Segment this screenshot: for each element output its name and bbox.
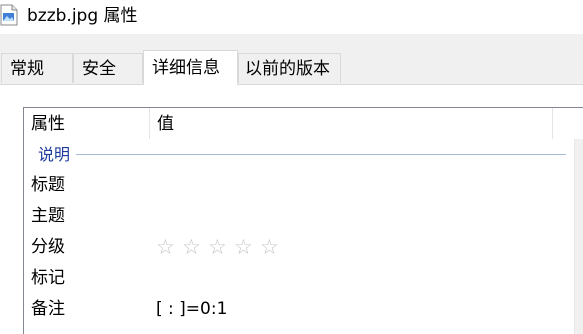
star-icon[interactable]: ☆ xyxy=(156,236,180,258)
tab-general[interactable]: 常规 xyxy=(1,53,73,83)
column-divider[interactable] xyxy=(552,108,553,139)
vertical-scrollbar[interactable] xyxy=(574,139,583,334)
title-bar[interactable]: bzzb.jpg 属性 xyxy=(0,0,583,34)
rating-stars[interactable]: ☆ ☆ ☆ ☆ ☆ xyxy=(156,236,286,258)
group-divider-line xyxy=(76,154,566,155)
window-title: bzzb.jpg 属性 xyxy=(27,6,138,26)
row-value-comments[interactable]: [ : ]=0:1 xyxy=(156,297,227,321)
column-header-value[interactable]: 值 xyxy=(150,108,552,139)
tab-details[interactable]: 详细信息 xyxy=(143,50,238,85)
tab-security[interactable]: 安全 xyxy=(73,53,143,83)
tab-previous-versions[interactable]: 以前的版本 xyxy=(238,53,341,83)
row-label-tags[interactable]: 标记 xyxy=(31,266,65,290)
column-header-property[interactable]: 属性 xyxy=(24,108,150,139)
star-icon[interactable]: ☆ xyxy=(208,236,232,258)
row-label-subject[interactable]: 主题 xyxy=(31,204,65,228)
properties-window: bzzb.jpg 属性 常规 安全 详细信息 以前的版本 属性 值 说明 标题 … xyxy=(0,0,583,334)
star-icon[interactable]: ☆ xyxy=(260,236,284,258)
jpg-file-icon xyxy=(0,4,18,26)
group-header-description[interactable]: 说明 xyxy=(38,144,73,166)
row-label-comments[interactable]: 备注 xyxy=(31,297,65,321)
star-icon[interactable]: ☆ xyxy=(182,236,206,258)
row-label-rating[interactable]: 分级 xyxy=(31,235,65,259)
details-list[interactable]: 属性 值 说明 标题 主题 分级 ☆ ☆ ☆ ☆ ☆ 标记 备注 [ : ]=0:1 xyxy=(23,107,583,334)
row-label-title[interactable]: 标题 xyxy=(31,173,65,197)
star-icon[interactable]: ☆ xyxy=(234,236,258,258)
